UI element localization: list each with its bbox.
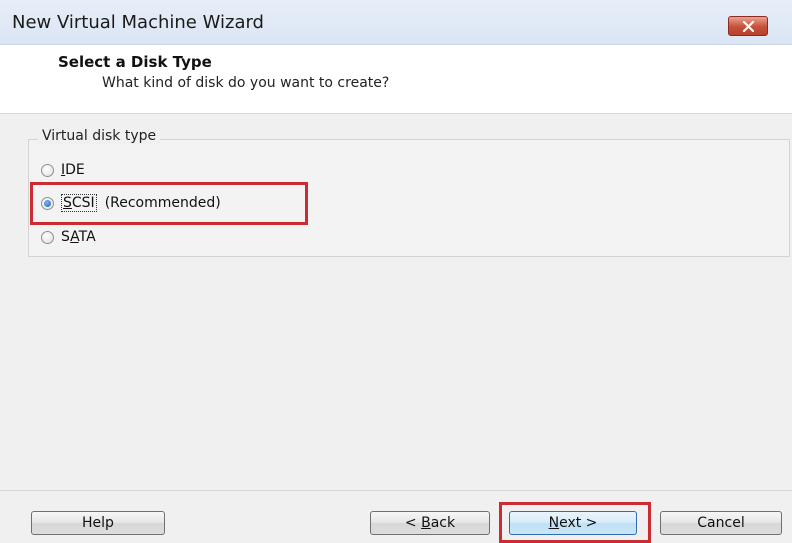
window-title: New Virtual Machine Wizard <box>12 12 264 33</box>
back-button-label: < Back <box>404 515 456 531</box>
close-icon <box>742 21 755 32</box>
back-button[interactable]: < Back <box>370 511 490 535</box>
page-title: Select a Disk Type <box>58 53 212 71</box>
radio-sata[interactable]: SATA <box>41 226 96 248</box>
radio-button-ide[interactable] <box>41 163 54 177</box>
page-subtitle: What kind of disk do you want to create? <box>102 75 390 91</box>
radio-label-ide: IDE <box>61 162 85 178</box>
group-legend: Virtual disk type <box>38 128 161 144</box>
help-button[interactable]: Help <box>31 511 165 535</box>
help-button-label: Help <box>82 515 114 531</box>
radio-label-sata: SATA <box>61 229 96 245</box>
close-button[interactable] <box>728 16 768 36</box>
scsi-highlight-box <box>30 182 308 225</box>
wizard-window: New Virtual Machine Wizard Select a Disk… <box>0 0 792 543</box>
radio-button-sata[interactable] <box>41 230 54 244</box>
cancel-button[interactable]: Cancel <box>660 511 782 535</box>
next-highlight-box <box>499 502 651 543</box>
cancel-button-label: Cancel <box>697 515 745 531</box>
wizard-header: Select a Disk Type What kind of disk do … <box>0 45 792 114</box>
title-bar: New Virtual Machine Wizard <box>0 0 792 45</box>
radio-ide[interactable]: IDE <box>41 159 85 181</box>
footer-divider <box>0 490 792 491</box>
